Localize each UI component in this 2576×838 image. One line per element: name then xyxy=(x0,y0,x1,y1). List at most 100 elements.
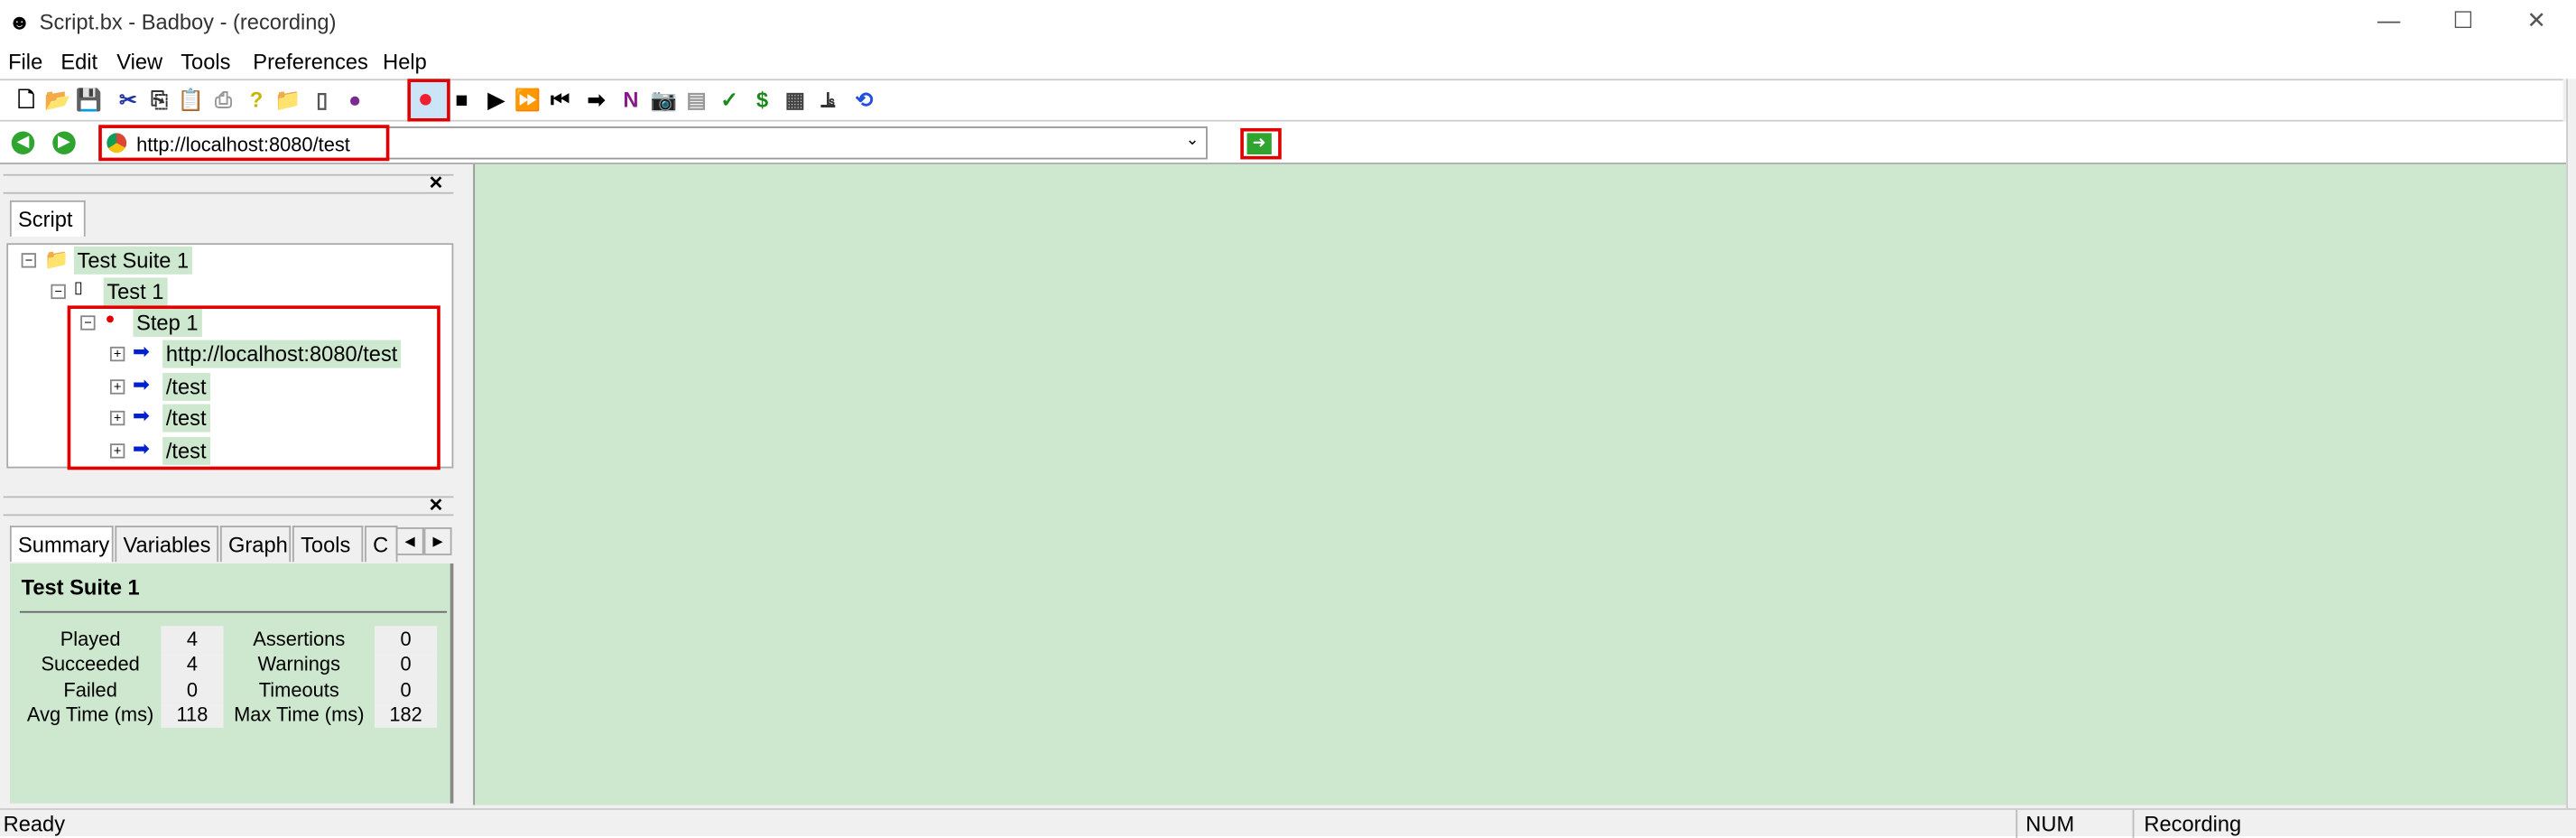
browser-content xyxy=(473,163,2567,805)
report-button[interactable]: ▤ xyxy=(683,87,709,113)
summary-panel: Test Suite 1 Played 4 Assertions 0 Succeeded… xyxy=(9,563,454,804)
app-icon: ☻ xyxy=(8,9,32,35)
stat-label: Avg Time (ms) xyxy=(26,703,154,727)
summary-title: Test Suite 1 xyxy=(21,574,140,601)
rewind-button[interactable]: ⏮ xyxy=(547,87,573,113)
recording-indicator: Recording xyxy=(2144,811,2242,837)
help-button[interactable]: ? xyxy=(243,87,269,113)
menu-file[interactable]: File xyxy=(8,50,42,74)
summary-row: Succeeded 4 Warnings 0 xyxy=(20,651,438,677)
summary-table: Played 4 Assertions 0 Succeeded 4 Warnings 0 Fai… xyxy=(20,626,438,728)
new-button[interactable]: 🗋 xyxy=(14,87,40,113)
stat-value: 118 xyxy=(161,702,224,728)
tab-summary[interactable]: Summary xyxy=(9,526,114,563)
timer-button[interactable]: ⫡ xyxy=(815,87,841,113)
menu-bar: File Edit View Tools Preferences Help xyxy=(0,45,2576,79)
record-button[interactable]: ● xyxy=(412,87,439,113)
tree-suite[interactable]: Test Suite 1 xyxy=(73,246,192,275)
stat-value: 4 xyxy=(161,651,224,677)
folder-icon: 📁 xyxy=(44,247,69,272)
report-icon: ▤ xyxy=(686,87,707,112)
paste-icon: 📋 xyxy=(177,87,205,112)
close-pane-icon[interactable]: ✕ xyxy=(429,172,444,194)
stop-icon: ■ xyxy=(455,87,468,112)
print-button[interactable]: ⎙ xyxy=(210,87,236,113)
add-step-button[interactable]: ● xyxy=(342,87,368,113)
assertion-button[interactable]: ✓ xyxy=(717,87,743,113)
play-button[interactable]: ▶ xyxy=(483,87,509,113)
help-icon: ? xyxy=(249,87,264,112)
add-suite-button[interactable]: 📁 xyxy=(274,87,301,113)
stat-label: Warnings xyxy=(257,652,341,676)
add-test-button[interactable]: ▯ xyxy=(309,87,335,113)
screenshot-button[interactable]: 📷 xyxy=(651,87,677,113)
cut-button[interactable]: ✂ xyxy=(115,87,141,113)
refresh-icon: ⟲ xyxy=(855,87,874,112)
stat-label: Max Time (ms) xyxy=(234,703,365,727)
collapse-icon[interactable]: − xyxy=(51,284,66,300)
table-button[interactable]: ▦ xyxy=(782,87,808,113)
url-highlight xyxy=(98,125,390,162)
chevron-down-icon[interactable]: ⌄ xyxy=(1185,132,1199,150)
variable-icon: $ xyxy=(755,87,769,112)
window-title: Script.bx - Badboy - (recording) xyxy=(39,9,337,35)
stat-value: 4 xyxy=(161,626,224,652)
play-all-button[interactable]: ⏩ xyxy=(514,87,541,113)
step-highlight xyxy=(67,305,440,470)
stat-value: 0 xyxy=(375,676,438,703)
open-icon: 📂 xyxy=(44,87,71,112)
summary-row: Failed 0 Timeouts 0 xyxy=(20,676,438,703)
tab-tools[interactable]: Tools xyxy=(292,526,364,563)
tab-more[interactable]: C xyxy=(365,526,398,563)
divider xyxy=(19,610,448,613)
new-icon: 🗋 xyxy=(17,87,35,112)
step-forward-button[interactable]: ➡ xyxy=(583,87,609,113)
close-button[interactable]: ✕ xyxy=(2526,6,2545,34)
collapse-icon[interactable]: − xyxy=(21,253,37,268)
refresh-button[interactable]: ⟲ xyxy=(851,87,877,113)
variable-button[interactable]: $ xyxy=(749,87,775,113)
play-all-icon: ⏩ xyxy=(514,87,542,112)
stat-value: 182 xyxy=(375,702,438,728)
summary-row: Avg Time (ms) 118 Max Time (ms) 182 xyxy=(20,702,438,728)
navigation-icon: N xyxy=(623,87,639,112)
rewind-icon: ⏮ xyxy=(551,87,570,112)
save-button[interactable]: 💾 xyxy=(76,87,102,113)
maximize-button[interactable]: ☐ xyxy=(2453,6,2474,34)
menu-view[interactable]: View xyxy=(116,50,162,74)
address-bar: ◀ ▶ http://localhost:8080/test ⌄ ➜ xyxy=(0,121,2567,164)
minimize-button[interactable]: — xyxy=(2377,6,2400,33)
tree-test[interactable]: Test 1 xyxy=(103,277,168,306)
menu-edit[interactable]: Edit xyxy=(60,50,97,74)
forward-icon[interactable]: ▶ xyxy=(52,131,76,155)
test-icon: ▯ xyxy=(73,279,83,298)
stat-value: 0 xyxy=(375,626,438,652)
status-bar: Ready NUM Recording xyxy=(0,808,2576,838)
script-tree: − 📁 Test Suite 1 − ▯ Test 1 − ● Step 1 +… xyxy=(6,243,454,470)
go-arrow-icon[interactable]: ➜ xyxy=(1246,133,1272,155)
close-pane-icon[interactable]: ✕ xyxy=(429,495,444,516)
play-icon: ▶ xyxy=(487,87,505,112)
stat-label: Played xyxy=(60,627,121,650)
navigation-button[interactable]: N xyxy=(617,87,644,113)
record-icon: ● xyxy=(417,85,434,114)
copy-button[interactable]: ⎘ xyxy=(146,87,172,113)
tab-scroll-right[interactable]: ▶ xyxy=(423,526,452,555)
menu-tools[interactable]: Tools xyxy=(181,50,230,74)
back-icon[interactable]: ◀ xyxy=(11,131,35,155)
menu-help[interactable]: Help xyxy=(383,50,427,74)
step-forward-icon: ➡ xyxy=(587,87,606,112)
paste-button[interactable]: 📋 xyxy=(178,87,204,113)
scrollbar[interactable] xyxy=(2566,79,2576,809)
tab-variables[interactable]: Variables xyxy=(115,526,219,563)
open-button[interactable]: 📂 xyxy=(44,87,70,113)
menu-preferences[interactable]: Preferences xyxy=(253,50,368,74)
stop-button[interactable]: ■ xyxy=(449,87,475,113)
tab-script[interactable]: Script xyxy=(9,200,86,237)
num-indicator: NUM xyxy=(2025,811,2075,837)
print-icon: ⎙ xyxy=(215,87,233,112)
stat-value: 0 xyxy=(375,651,438,677)
tab-graph[interactable]: Graph xyxy=(219,526,292,563)
timer-icon: ⫡ xyxy=(820,87,836,112)
tab-scroll-left[interactable]: ◀ xyxy=(395,526,424,555)
